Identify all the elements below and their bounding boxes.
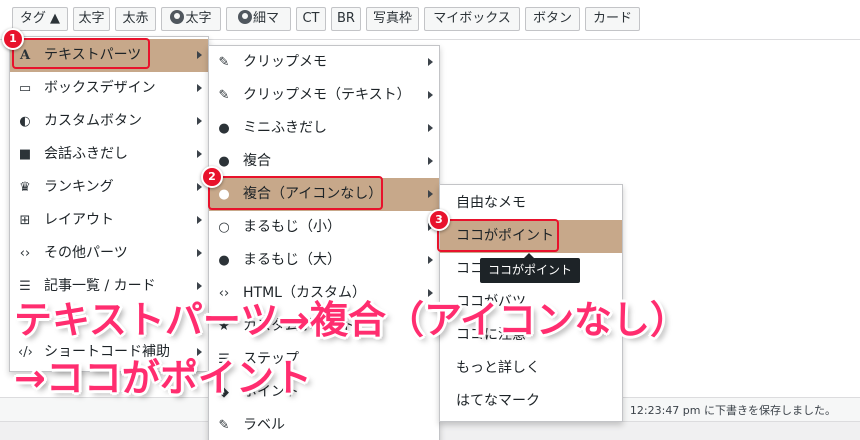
chevron-right-icon — [197, 249, 202, 257]
user-bold-button[interactable]: 太字 — [161, 7, 221, 31]
menu-item-label: その他パーツ — [44, 245, 128, 261]
menu-item-speech-bubble[interactable]: ■ 会話ふきだし — [10, 138, 208, 171]
comment-dots-icon: ● — [218, 121, 230, 136]
tooltip: ココがポイント — [480, 253, 580, 283]
circle-outline-icon: ○ — [218, 220, 230, 235]
photo-frame-button[interactable]: 写真枠 — [366, 7, 419, 31]
inbox-icon: ▭ — [18, 81, 32, 96]
list-icon: ☰ — [19, 279, 31, 294]
highlight-composite-no-icon — [208, 176, 383, 210]
autosave-status: 12:23:47 pm に下書きを保存しました。 — [629, 404, 836, 417]
menu-item-label: クリップメモ（テキスト） — [243, 87, 411, 103]
ct-button[interactable]: CT — [296, 7, 326, 31]
chevron-right-icon — [197, 282, 202, 290]
grid-icon: ⊞ — [19, 213, 31, 228]
menu-item-more-detail[interactable]: もっと詳しく — [440, 352, 622, 385]
menu-item-mini-bubble[interactable]: ● ミニふきだし — [209, 112, 439, 145]
menu-item-label: はてなマーク — [456, 393, 540, 409]
card-button[interactable]: カード — [585, 7, 640, 31]
crown-icon: ♛ — [19, 180, 31, 195]
menu-item-label: ボックスデザイン — [44, 80, 156, 96]
menu-item-label: まるもじ（大） — [243, 252, 341, 268]
menu-item-marumoji-small[interactable]: ○ まるもじ（小） — [209, 211, 439, 244]
chevron-right-icon — [197, 216, 202, 224]
user-marker-button[interactable]: 細マ — [226, 7, 291, 31]
highlight-koko-point — [437, 219, 559, 252]
menu-item-label: もっと詳しく — [456, 360, 540, 376]
bomb-icon: ● — [218, 154, 230, 169]
quicktags-toolbar: タグ ▲ 太字 太赤 太字 細マ CT BR 写真枠 マイボックス ボタン カー… — [0, 0, 860, 40]
menu-item-clip-memo[interactable]: ✎ クリップメモ — [209, 46, 439, 79]
bold-red-button[interactable]: 太赤 — [115, 7, 156, 31]
chevron-right-icon — [428, 256, 433, 264]
user-marker-label: 細マ — [252, 11, 279, 26]
my-box-button[interactable]: マイボックス — [424, 7, 520, 31]
menu-item-label: 会話ふきだし — [44, 146, 128, 162]
menu-item-label: ランキング — [44, 179, 114, 195]
speech-bubbles-icon: ■ — [18, 147, 32, 162]
chevron-right-icon — [428, 58, 433, 66]
menu-item-label-part[interactable]: ✎ ラベル — [209, 409, 439, 440]
circle-filled-icon: ● — [218, 253, 230, 268]
annotation-line-1: テキストパーツ→複合（アイコンなし） — [14, 298, 689, 342]
paperclip-icon: ✎ — [218, 55, 230, 70]
chevron-right-icon — [197, 84, 202, 92]
code-brackets-icon: ‹› — [19, 246, 31, 261]
br-button[interactable]: BR — [331, 7, 361, 31]
chevron-right-icon — [428, 124, 433, 132]
menu-item-clip-memo-text[interactable]: ✎ クリップメモ（テキスト） — [209, 79, 439, 112]
chevron-right-icon — [197, 150, 202, 158]
tag-button[interactable]: タグ ▲ — [12, 7, 68, 31]
menu-item-box-design[interactable]: ▭ ボックスデザイン — [10, 72, 208, 105]
highlight-text-parts — [12, 38, 150, 69]
step-badge-3: 3 — [428, 209, 450, 231]
paperclip-icon: ✎ — [218, 88, 230, 103]
menu-item-label: ラベル — [243, 417, 285, 433]
annotation-line-2: →ココがポイント — [14, 356, 312, 400]
user-icon — [170, 10, 185, 24]
user-icon — [237, 10, 252, 24]
menu-item-other-parts[interactable]: ‹› その他パーツ — [10, 237, 208, 270]
chevron-right-icon — [428, 91, 433, 99]
menu-item-custom-button[interactable]: ◐ カスタムボタン — [10, 105, 208, 138]
menu-item-label: クリップメモ — [243, 54, 327, 70]
menu-item-free-memo[interactable]: 自由なメモ — [440, 187, 622, 220]
menu-item-ranking[interactable]: ♛ ランキング — [10, 171, 208, 204]
chevron-right-icon — [197, 51, 202, 59]
menu-item-label: 複合 — [243, 153, 271, 169]
chevron-right-icon — [428, 190, 433, 198]
menu-item-label: 自由なメモ — [456, 195, 526, 211]
menu-item-question-mark[interactable]: はてなマーク — [440, 385, 622, 418]
toggle-icon: ◐ — [19, 114, 31, 129]
user-bold-label: 太字 — [185, 11, 212, 26]
step-badge-1: 1 — [2, 28, 24, 50]
menu-item-label: ミニふきだし — [243, 120, 327, 136]
menu-item-marumoji-large[interactable]: ● まるもじ（大） — [209, 244, 439, 277]
step-badge-2: 2 — [201, 166, 223, 188]
pencil-icon: ✎ — [218, 418, 230, 433]
menu-item-label: まるもじ（小） — [243, 219, 341, 235]
menu-item-composite[interactable]: ● 複合 — [209, 145, 439, 178]
menu-item-layout[interactable]: ⊞ レイアウト — [10, 204, 208, 237]
bold-button[interactable]: 太字 — [73, 7, 110, 31]
chevron-right-icon — [428, 157, 433, 165]
button-button[interactable]: ボタン — [525, 7, 580, 31]
menu-item-label: カスタムボタン — [44, 113, 142, 129]
chevron-right-icon — [197, 183, 202, 191]
menu-item-label: レイアウト — [44, 212, 114, 228]
chevron-right-icon — [197, 117, 202, 125]
